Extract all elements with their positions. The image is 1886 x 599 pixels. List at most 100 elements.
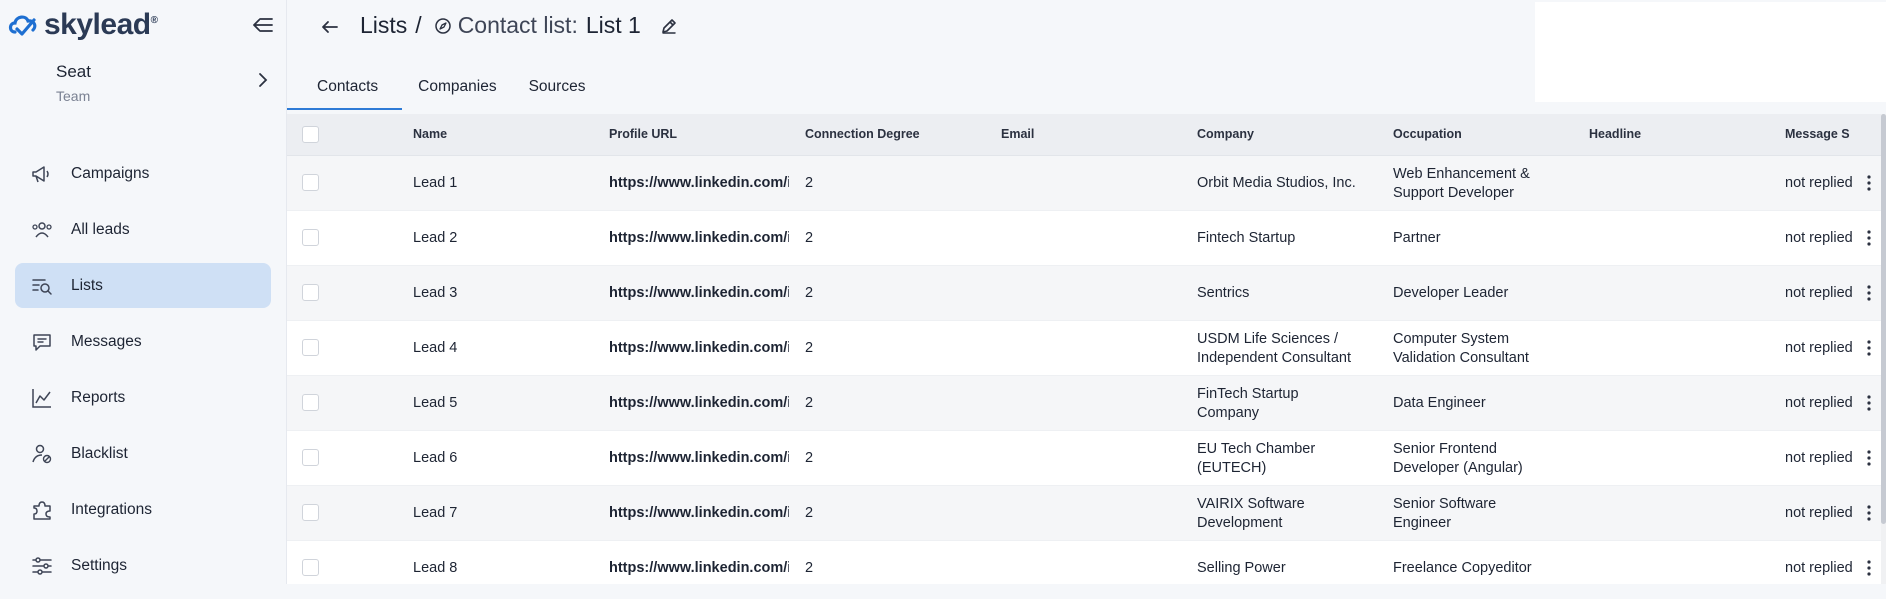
occupation: Data Engineer bbox=[1393, 394, 1486, 413]
profile-url-link[interactable]: https://www.linkedin.com/in/ bbox=[609, 394, 789, 413]
row-more-menu-icon[interactable] bbox=[1861, 558, 1877, 578]
company: USDM Life Sciences / Independent Consulta… bbox=[1197, 330, 1351, 368]
column-header-email[interactable]: Email bbox=[1001, 127, 1034, 141]
connection-degree: 2 bbox=[805, 560, 814, 576]
sidebar-item-label: Messages bbox=[71, 332, 142, 350]
sidebar-item-settings[interactable]: Settings bbox=[15, 543, 271, 588]
column-header-occupation[interactable]: Occupation bbox=[1393, 127, 1462, 141]
profile-url-link[interactable]: https://www.linkedin.com/in/ bbox=[609, 174, 789, 193]
table-row[interactable]: Lead 3 https://www.linkedin.com/in/2 Sentr… bbox=[287, 266, 1886, 321]
chevron-right-icon[interactable] bbox=[256, 72, 270, 88]
profile-url-link[interactable]: https://www.linkedin.com/in/ bbox=[609, 339, 789, 358]
company: Sentrics bbox=[1197, 284, 1249, 303]
row-more-menu-icon[interactable] bbox=[1861, 393, 1877, 413]
column-header-connection-degree[interactable]: Connection Degree bbox=[805, 127, 920, 141]
sidebar-item-blacklist[interactable]: Blacklist bbox=[15, 431, 271, 476]
connection-degree: 2 bbox=[805, 340, 814, 356]
sidebar-item-reports[interactable]: Reports bbox=[15, 375, 271, 420]
row-checkbox[interactable] bbox=[302, 339, 319, 356]
sidebar: skylead® Seat Team Campaigns All leads L… bbox=[0, 0, 287, 584]
breadcrumb: Lists / Contact list: List 1 bbox=[360, 12, 679, 39]
row-checkbox[interactable] bbox=[302, 394, 319, 411]
row-checkbox[interactable] bbox=[302, 559, 319, 576]
company: Fintech Startup bbox=[1197, 229, 1295, 248]
table-row[interactable]: Lead 5 https://www.linkedin.com/in/2 FinTe… bbox=[287, 376, 1886, 431]
row-more-menu-icon[interactable] bbox=[1861, 503, 1877, 523]
sidebar-item-lists[interactable]: Lists bbox=[15, 263, 271, 308]
row-checkbox[interactable] bbox=[302, 174, 319, 191]
page-title: List 1 bbox=[585, 12, 641, 38]
connection-degree: 2 bbox=[805, 230, 814, 246]
profile-url-link[interactable]: https://www.linkedin.com/in/ bbox=[609, 504, 789, 523]
occupation: Senior Software Engineer bbox=[1393, 495, 1496, 533]
company-line: Development bbox=[1197, 514, 1283, 531]
skylead-logo[interactable]: skylead® bbox=[6, 8, 158, 42]
lead-name: Lead 8 bbox=[413, 560, 458, 576]
collapse-sidebar-icon[interactable] bbox=[248, 12, 274, 38]
sidebar-item-messages[interactable]: Messages bbox=[15, 319, 271, 364]
profile-url-link[interactable]: https://www.linkedin.com/in/ bbox=[609, 449, 789, 468]
occupation: Computer System Validation Consultant bbox=[1393, 330, 1529, 368]
sidebar-item-campaigns[interactable]: Campaigns bbox=[15, 151, 271, 196]
row-checkbox[interactable] bbox=[302, 449, 319, 466]
connection-degree: 2 bbox=[805, 450, 814, 466]
connection-degree: 2 bbox=[805, 505, 814, 521]
table-row[interactable]: Lead 2 https://www.linkedin.com/in/2 Finte… bbox=[287, 211, 1886, 266]
sidebar-item-all-leads[interactable]: All leads bbox=[15, 207, 271, 252]
user-block-icon bbox=[32, 444, 52, 463]
seat-selector[interactable]: Seat Team bbox=[56, 62, 91, 104]
occupation-line: Validation Consultant bbox=[1393, 349, 1529, 366]
table-row[interactable]: Lead 8 https://www.linkedin.com/in/2 Selli… bbox=[287, 541, 1886, 584]
row-more-menu-icon[interactable] bbox=[1861, 283, 1877, 303]
sidebar-item-label: Reports bbox=[71, 388, 126, 406]
scrollbar-thumb[interactable] bbox=[1881, 114, 1886, 524]
cloud-logo-icon bbox=[8, 15, 37, 36]
occupation: Partner bbox=[1393, 229, 1441, 248]
table-row[interactable]: Lead 6 https://www.linkedin.com/in/2 EU Te… bbox=[287, 431, 1886, 486]
table-row[interactable]: Lead 1 https://www.linkedin.com/in/2 Orbit… bbox=[287, 156, 1886, 211]
select-all-checkbox[interactable] bbox=[302, 126, 319, 143]
profile-url-link[interactable]: https://www.linkedin.com/in/ bbox=[609, 559, 789, 578]
breadcrumb-lists-link[interactable]: Lists bbox=[360, 12, 407, 39]
occupation-line: Computer System bbox=[1393, 330, 1510, 347]
sidebar-item-integrations[interactable]: Integrations bbox=[15, 487, 271, 532]
edit-pencil-icon[interactable] bbox=[659, 16, 679, 36]
message-status: not replied bbox=[1785, 560, 1853, 576]
back-arrow-icon[interactable] bbox=[317, 14, 343, 40]
connection-degree: 2 bbox=[805, 285, 814, 301]
table-row[interactable]: Lead 4 https://www.linkedin.com/in/2 USDM … bbox=[287, 321, 1886, 376]
occupation-line: Web Enhancement & bbox=[1393, 165, 1530, 182]
users-icon bbox=[32, 221, 52, 237]
message-status: not replied bbox=[1785, 340, 1853, 356]
connection-degree: 2 bbox=[805, 175, 814, 191]
column-header-company[interactable]: Company bbox=[1197, 127, 1254, 141]
profile-url-link[interactable]: https://www.linkedin.com/in/ bbox=[609, 229, 789, 248]
company: VAIRIX Software Development bbox=[1197, 495, 1305, 533]
table-row[interactable]: Lead 7 https://www.linkedin.com/in/2 VAIRI… bbox=[287, 486, 1886, 541]
tab-companies[interactable]: Companies bbox=[402, 78, 512, 110]
message-status: not replied bbox=[1785, 450, 1853, 466]
sidebar-item-label: Integrations bbox=[71, 500, 152, 518]
column-header-headline[interactable]: Headline bbox=[1589, 127, 1641, 141]
row-more-menu-icon[interactable] bbox=[1861, 338, 1877, 358]
occupation-line: Data Engineer bbox=[1393, 395, 1486, 411]
tab-bar: Contacts Companies Sources bbox=[287, 78, 601, 110]
row-checkbox[interactable] bbox=[302, 284, 319, 301]
column-header-message-status[interactable]: Message S bbox=[1785, 127, 1850, 141]
row-more-menu-icon[interactable] bbox=[1861, 448, 1877, 468]
row-more-menu-icon[interactable] bbox=[1861, 228, 1877, 248]
message-status: not replied bbox=[1785, 230, 1853, 246]
profile-url-link[interactable]: https://www.linkedin.com/in/ bbox=[609, 284, 789, 303]
row-checkbox[interactable] bbox=[302, 229, 319, 246]
list-search-icon bbox=[32, 278, 52, 295]
tab-contacts[interactable]: Contacts bbox=[287, 78, 403, 110]
row-checkbox[interactable] bbox=[302, 504, 319, 521]
company: Selling Power bbox=[1197, 559, 1286, 578]
lead-name: Lead 5 bbox=[413, 395, 458, 411]
compass-icon bbox=[434, 17, 451, 34]
column-header-profile-url[interactable]: Profile URL bbox=[609, 127, 677, 141]
message-status: not replied bbox=[1785, 285, 1853, 301]
column-header-name[interactable]: Name bbox=[413, 127, 447, 141]
tab-sources[interactable]: Sources bbox=[513, 78, 602, 110]
row-more-menu-icon[interactable] bbox=[1861, 173, 1877, 193]
